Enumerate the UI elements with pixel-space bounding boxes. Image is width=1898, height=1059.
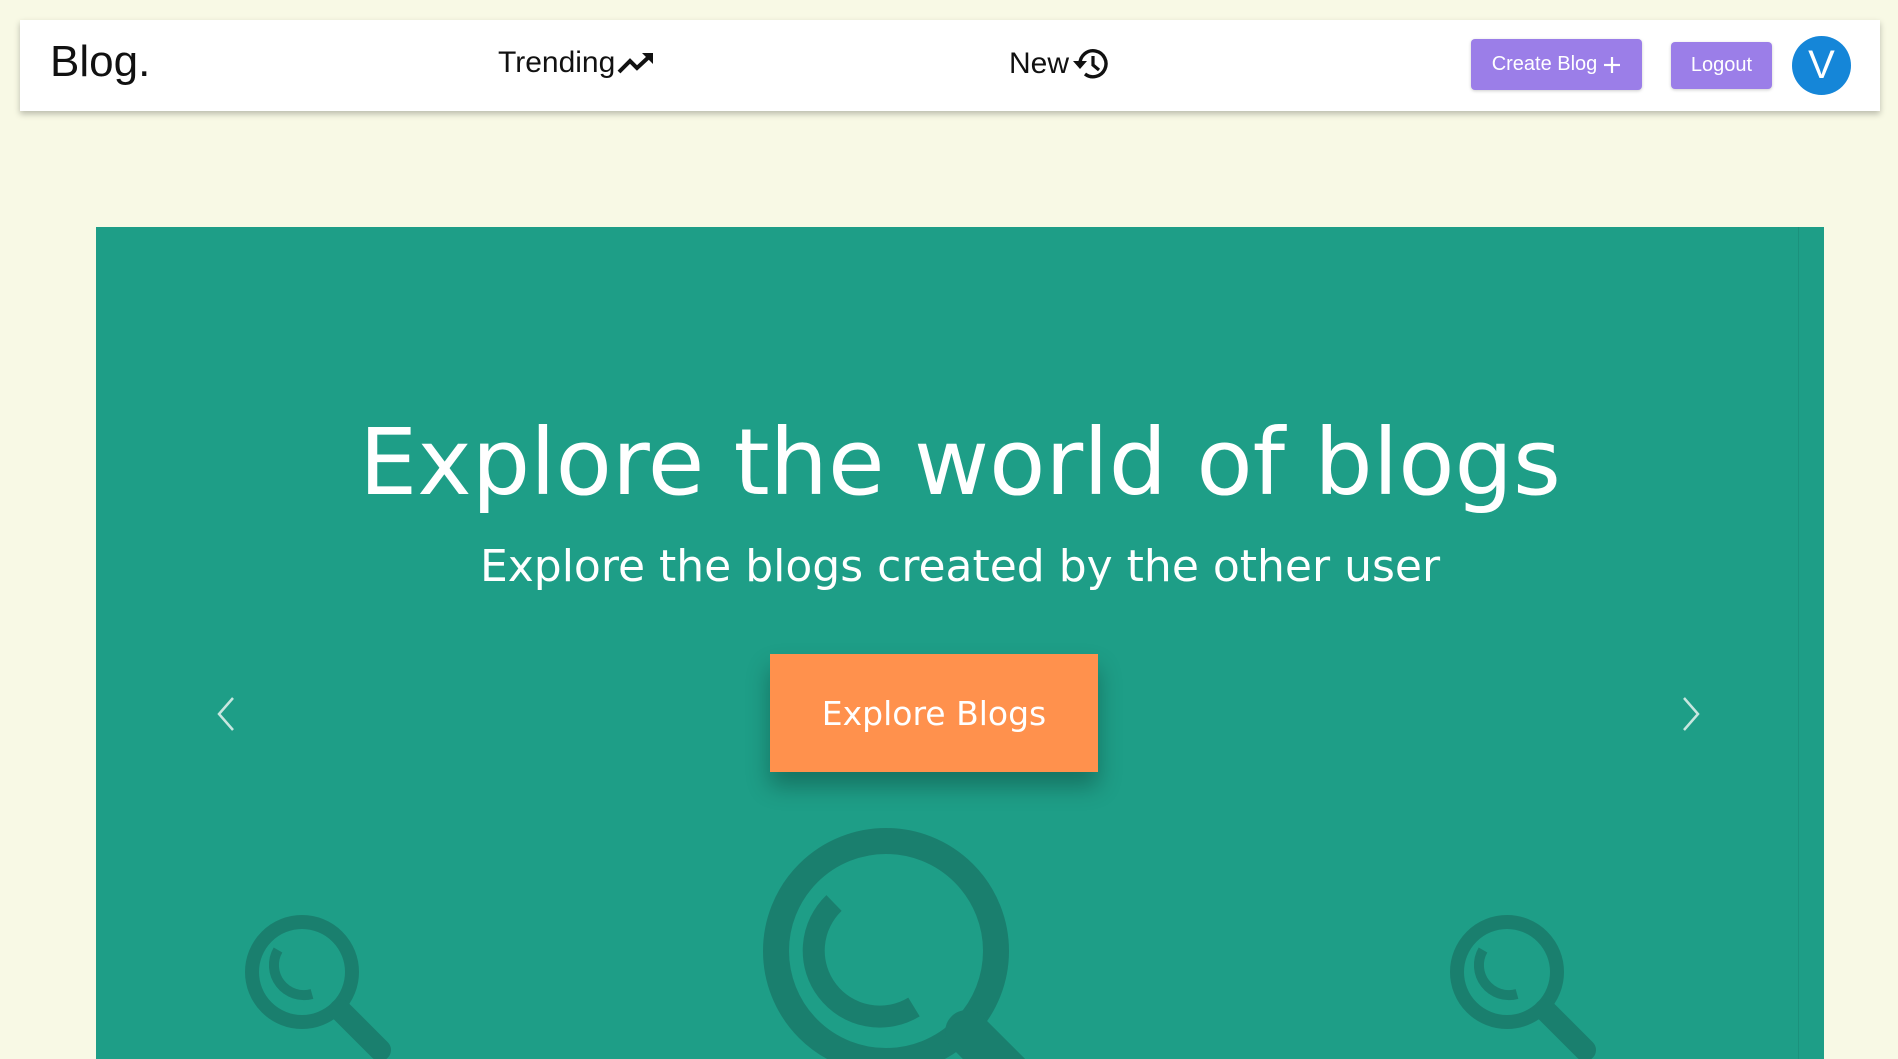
nav-trending-label: Trending <box>498 46 616 79</box>
trending-up-icon <box>617 53 654 74</box>
carousel-slide-edge <box>1798 227 1799 1059</box>
magnifier-decoration-icon <box>245 915 391 1059</box>
carousel-next-arrow-icon[interactable] <box>1676 694 1706 734</box>
nav-new-link[interactable]: New <box>1009 46 1109 82</box>
hero-title: Explore the world of blogs <box>359 409 1561 516</box>
create-blog-label: Create Blog <box>1491 53 1598 75</box>
logout-button[interactable]: Logout <box>1671 42 1772 89</box>
history-icon <box>1073 49 1108 79</box>
user-avatar[interactable]: V <box>1792 36 1851 95</box>
plus-icon <box>1604 56 1621 73</box>
top-navbar: Blog. Trending New Create Blog Logout V <box>20 20 1880 111</box>
magnifier-decoration-icon <box>1450 915 1596 1059</box>
create-blog-button[interactable]: Create Blog <box>1471 39 1642 90</box>
hero-carousel: Explore the world of blogs Explore the b… <box>96 227 1824 1059</box>
explore-blogs-button[interactable]: Explore Blogs <box>770 654 1098 772</box>
hero-subtitle: Explore the blogs created by the other u… <box>479 541 1441 592</box>
carousel-prev-arrow-icon[interactable] <box>211 694 241 734</box>
magnifier-decoration-icon <box>763 828 1026 1059</box>
nav-new-label: New <box>1009 47 1070 80</box>
brand-logo[interactable]: Blog. <box>50 40 150 84</box>
nav-trending-link[interactable]: Trending <box>498 46 655 80</box>
